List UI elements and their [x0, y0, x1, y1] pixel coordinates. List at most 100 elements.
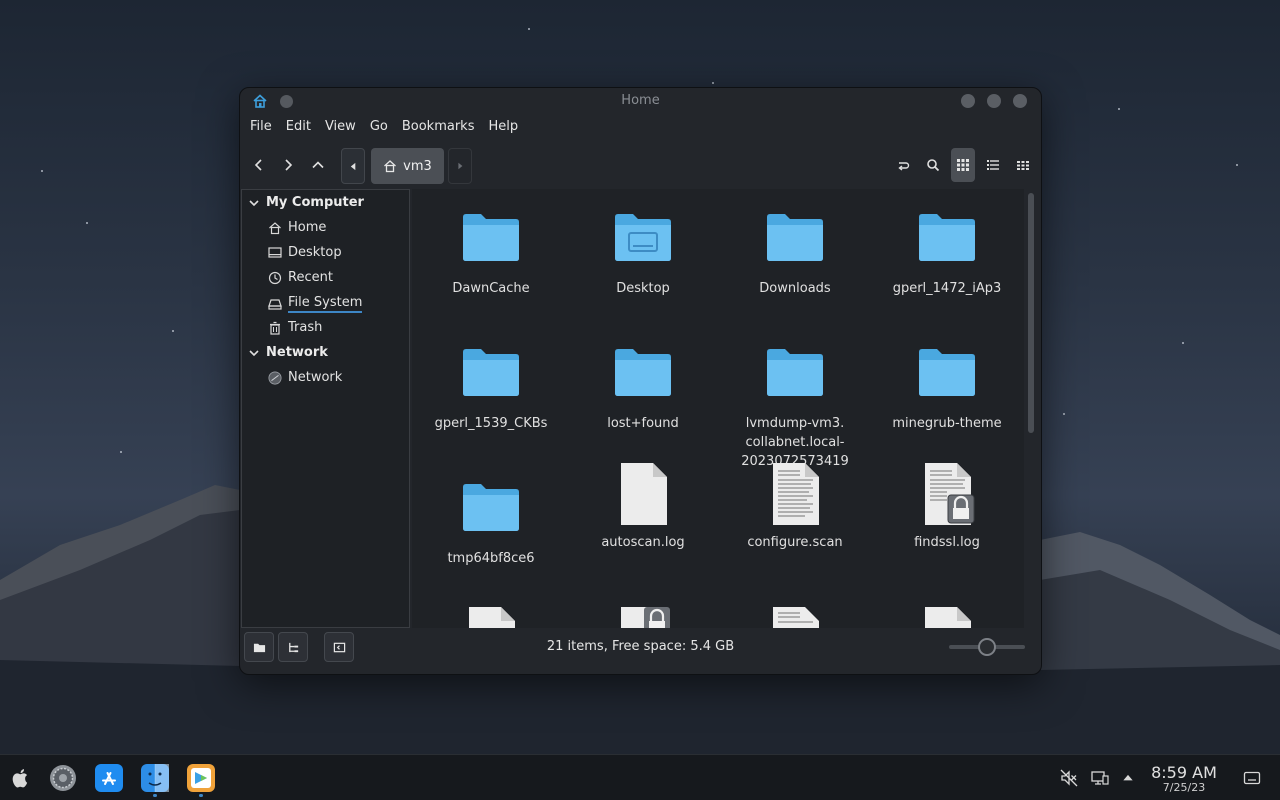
menu-help[interactable]: Help: [488, 116, 526, 140]
search-button[interactable]: [920, 148, 946, 182]
sidebar-item-file-system[interactable]: File System: [268, 295, 363, 313]
file-item-findssl-log[interactable]: findssl.log: [871, 461, 1023, 552]
menu-go[interactable]: Go: [370, 116, 396, 140]
file-item-downloads[interactable]: Downloads: [719, 211, 871, 298]
blank-file-icon: [461, 605, 521, 628]
sidebar-item-recent[interactable]: Recent: [268, 270, 333, 285]
folder-icon: [765, 346, 825, 408]
menu-view[interactable]: View: [325, 116, 364, 140]
sidebar-section-network[interactable]: Network: [248, 345, 328, 360]
sidebar-section-my-computer[interactable]: My Computer: [248, 195, 364, 210]
desktop-folder-icon: [613, 211, 673, 273]
sidebar-section-title: My Computer: [266, 195, 364, 210]
home-icon: [384, 160, 397, 173]
folder-icon: [917, 211, 977, 273]
network-icon: [268, 370, 282, 385]
zoom-slider-handle[interactable]: [978, 638, 996, 656]
file-item-gperl-1539[interactable]: gperl_1539_CKBs: [415, 346, 567, 433]
app-store-icon: [95, 764, 123, 792]
file-name: Downloads: [759, 281, 831, 296]
sidebar-item-label: Trash: [288, 320, 323, 335]
apple-menu-button[interactable]: [7, 764, 35, 792]
file-name: DawnCache: [452, 281, 530, 296]
clock-time[interactable]: 8:59 AM: [1140, 763, 1228, 782]
clock-date[interactable]: 7/25/23: [1140, 781, 1228, 794]
folder-icon: [613, 346, 673, 408]
statusbar: 21 items, Free space: 5.4 GB: [240, 630, 1041, 665]
list-view-button[interactable]: [980, 148, 1006, 182]
caret-left-icon: [350, 162, 355, 170]
list-view-icon: [987, 160, 999, 170]
show-desktop-button[interactable]: [1243, 769, 1261, 787]
file-item-dawncache[interactable]: DawnCache: [415, 211, 567, 298]
file-item-partial[interactable]: [871, 605, 1023, 628]
sidebar-item-desktop[interactable]: Desktop: [268, 245, 342, 260]
network-wired-icon: [1091, 771, 1109, 785]
file-item-minegrub-theme[interactable]: minegrub-theme: [871, 346, 1023, 433]
locked-file-icon: [613, 605, 673, 628]
maximize-button[interactable]: [987, 94, 1001, 108]
clock-icon: [268, 271, 282, 285]
sidebar-item-label: Desktop: [288, 245, 342, 260]
icon-view-button[interactable]: [951, 148, 975, 182]
breadcrumb-right-button[interactable]: [448, 148, 472, 184]
close-button[interactable]: [1013, 94, 1027, 108]
dock-software-center[interactable]: [187, 764, 215, 792]
breadcrumb-label: vm3: [403, 158, 432, 174]
settings-icon: [50, 765, 76, 791]
search-icon: [927, 159, 940, 172]
dock-finder[interactable]: [141, 764, 169, 792]
forward-button[interactable]: [275, 148, 301, 182]
network-tray-button[interactable]: [1091, 769, 1109, 787]
file-item-tmp64bf8ce6[interactable]: tmp64bf8ce6: [415, 481, 567, 568]
blank-file-icon: [917, 605, 977, 628]
file-item-gperl-1472[interactable]: gperl_1472_iAp3: [871, 211, 1023, 298]
breadcrumb-vm3[interactable]: vm3: [371, 148, 444, 184]
menu-file[interactable]: File: [250, 116, 280, 140]
back-button[interactable]: [246, 148, 272, 182]
minimize-button[interactable]: [961, 94, 975, 108]
tray-expand-button[interactable]: [1119, 769, 1137, 787]
up-button[interactable]: [305, 148, 331, 182]
apple-icon: [12, 769, 28, 788]
finder-icon: [141, 764, 169, 792]
locked-text-file-icon: [917, 461, 977, 527]
dock-settings[interactable]: [49, 764, 77, 792]
sidebar-item-label: File System: [288, 295, 363, 313]
breadcrumb-left-button[interactable]: [341, 148, 365, 184]
forward-icon: [285, 159, 293, 171]
sidebar-item-home[interactable]: Home: [268, 220, 326, 235]
sidebar-item-label: Home: [288, 220, 327, 235]
file-item-partial[interactable]: [415, 605, 567, 628]
file-item-desktop[interactable]: Desktop: [567, 211, 719, 298]
file-item-partial[interactable]: [719, 605, 871, 628]
sidebar-item-label: Recent: [288, 270, 333, 285]
sidebar-item-trash[interactable]: Trash: [268, 320, 322, 335]
zoom-slider[interactable]: [949, 638, 1025, 656]
file-item-autoscan-log[interactable]: autoscan.log: [567, 461, 719, 552]
compact-view-icon: [1017, 161, 1029, 170]
file-item-lvmdump[interactable]: lvmdump-vm3. collabnet.local- 2023072573…: [719, 346, 871, 471]
file-name: Desktop: [616, 281, 670, 296]
status-text: 21 items, Free space: 5.4 GB: [546, 639, 735, 654]
menu-edit[interactable]: Edit: [286, 116, 319, 140]
text-file-icon: [765, 605, 825, 628]
file-item-partial[interactable]: [567, 605, 719, 628]
audio-tray-button[interactable]: [1060, 769, 1078, 787]
file-grid: DawnCache Desktop Downloads gperl_1472_i…: [412, 189, 1024, 628]
vertical-scrollbar[interactable]: [1028, 193, 1034, 433]
dock-app-store[interactable]: [95, 764, 123, 792]
sidebar-item-network[interactable]: Network: [268, 370, 342, 385]
compact-view-button[interactable]: [1010, 148, 1036, 182]
file-item-configure-scan[interactable]: configure.scan: [719, 461, 871, 552]
menu-bookmarks[interactable]: Bookmarks: [402, 116, 483, 140]
folder-icon: [765, 211, 825, 273]
file-name: tmp64bf8ce6: [447, 551, 535, 566]
tray-expand-icon: [1123, 774, 1133, 781]
titlebar[interactable]: Home: [240, 88, 1041, 114]
file-item-lost-found[interactable]: lost+found: [567, 346, 719, 433]
toggle-location-icon: [898, 162, 910, 171]
toggle-location-button[interactable]: [890, 148, 916, 182]
caret-right-icon: [458, 162, 463, 170]
software-center-running-indicator: [199, 794, 203, 797]
